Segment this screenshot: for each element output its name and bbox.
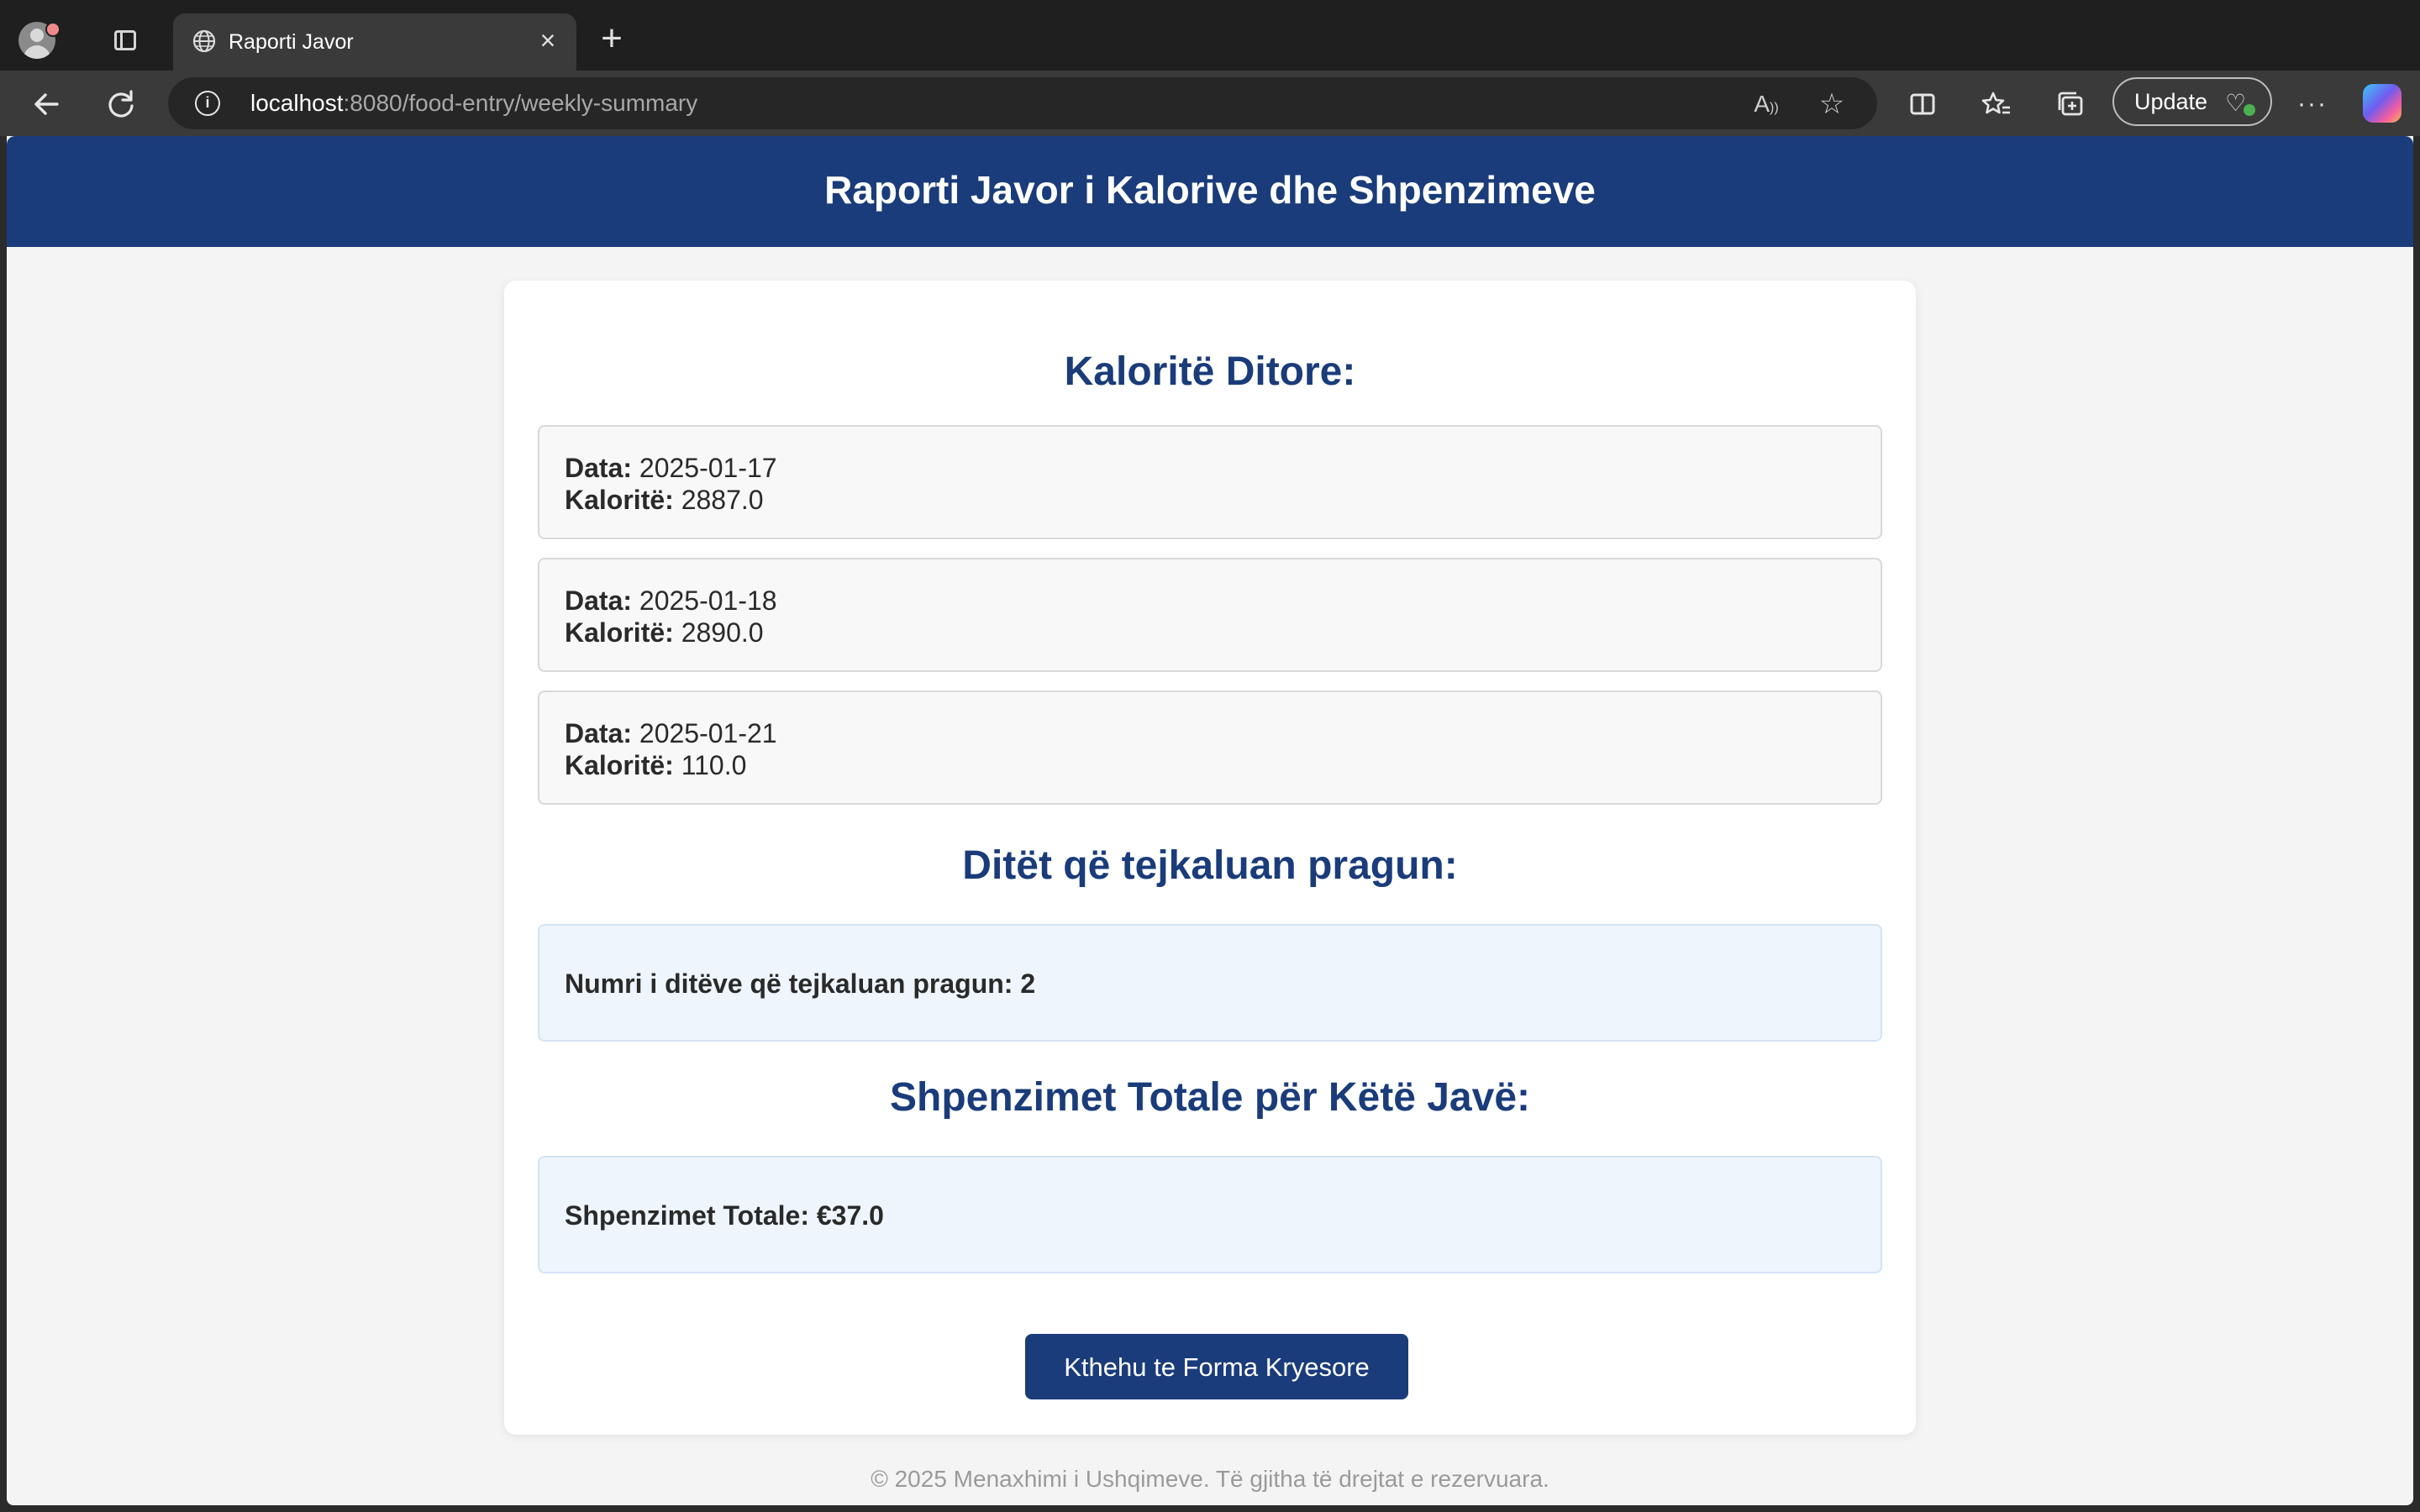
daily-entry: Data: 2025-01-18 Kaloritë: 2890.0 (538, 558, 1882, 672)
update-button-label: Update (2134, 89, 2208, 114)
calories-label: Kaloritë: (565, 485, 674, 515)
date-value: 2025-01-21 (639, 718, 777, 748)
daily-entry: Data: 2025-01-17 Kaloritë: 2887.0 (538, 425, 1882, 539)
collections-icon[interactable] (2049, 82, 2092, 126)
threshold-heading: Ditët që tejkaluan pragun: (962, 843, 1458, 888)
tab-title: Raporti Javor (229, 30, 354, 54)
favorites-icon[interactable] (1975, 82, 2018, 126)
summary-card: Kaloritë Ditore: Data: 2025-01-17 Kalori… (504, 281, 1916, 1435)
favorite-star-icon[interactable]: ☆ (1813, 86, 1850, 123)
entry-date: Data: 2025-01-17 (565, 452, 777, 484)
threshold-count-text: Numri i ditëve që tejkaluan pragun: 2 (565, 969, 1036, 999)
url-host: localhost (250, 90, 344, 116)
calories-value: 110.0 (681, 750, 747, 780)
threshold-box: Numri i ditëve që tejkaluan pragun: 2 (538, 924, 1882, 1042)
daily-entry: Data: 2025-01-21 Kaloritë: 110.0 (538, 690, 1882, 805)
entry-calories: Kaloritë: 2887.0 (565, 484, 764, 516)
tab-actions-icon[interactable] (114, 30, 136, 50)
update-status-dot (2244, 104, 2255, 116)
calories-label: Kaloritë: (565, 750, 674, 780)
new-tab-icon[interactable]: + (595, 20, 629, 57)
entry-calories: Kaloritë: 2890.0 (565, 617, 764, 648)
expenses-total-text: Shpenzimet Totale: €37.0 (565, 1200, 884, 1231)
date-value: 2025-01-17 (639, 453, 777, 483)
copilot-icon[interactable] (2363, 84, 2402, 123)
page-header: Raporti Javor i Kalorive dhe Shpenzimeve (7, 136, 2413, 247)
split-screen-icon[interactable] (1901, 82, 1944, 126)
back-arrow-icon[interactable] (25, 82, 69, 126)
calories-value: 2890.0 (681, 617, 764, 648)
health-heart-icon: ♡ (2225, 90, 2247, 116)
calories-label: Kaloritë: (565, 617, 674, 648)
update-button[interactable]: Update ♡ (2112, 77, 2272, 126)
url-path: :8080/food-entry/weekly-summary (343, 90, 698, 116)
entry-date: Data: 2025-01-21 (565, 717, 777, 749)
page-title: Raporti Javor i Kalorive dhe Shpenzimeve (824, 168, 1596, 212)
date-value: 2025-01-18 (639, 585, 777, 616)
page-footer: © 2025 Menaxhimi i Ushqimeve. Të gjitha … (871, 1466, 1549, 1492)
browser-tab-active[interactable]: Raporti Javor × (173, 13, 576, 71)
expenses-box: Shpenzimet Totale: €37.0 (538, 1156, 1882, 1273)
read-aloud-icon[interactable]: A)) (1748, 86, 1785, 123)
site-info-icon[interactable]: i (195, 91, 220, 116)
address-url[interactable]: localhost:8080/food-entry/weekly-summary (250, 89, 697, 118)
close-tab-icon[interactable]: × (534, 27, 561, 54)
entry-date: Data: 2025-01-18 (565, 585, 777, 617)
expenses-heading: Shpenzimet Totale për Këtë Javë: (890, 1075, 1530, 1120)
more-menu-icon[interactable]: ··· (2291, 82, 2334, 126)
date-label: Data: (565, 453, 633, 483)
page-viewport: Raporti Javor i Kalorive dhe Shpenzimeve… (7, 136, 2413, 1505)
address-bar[interactable]: i localhost:8080/food-entry/weekly-summa… (168, 77, 1877, 129)
date-label: Data: (565, 718, 633, 748)
date-label: Data: (565, 585, 633, 616)
profile-notification-dot (45, 22, 60, 37)
back-to-main-form-button[interactable]: Kthehu te Forma Kryesore (1025, 1334, 1408, 1399)
browser-tab-bar: Raporti Javor × + (0, 0, 2420, 71)
entry-calories: Kaloritë: 110.0 (565, 749, 746, 781)
reload-icon[interactable] (99, 82, 143, 126)
daily-calories-heading: Kaloritë Ditore: (1064, 349, 1356, 394)
globe-icon (192, 29, 216, 53)
browser-toolbar: i localhost:8080/food-entry/weekly-summa… (0, 71, 2420, 136)
calories-value: 2887.0 (681, 485, 764, 515)
